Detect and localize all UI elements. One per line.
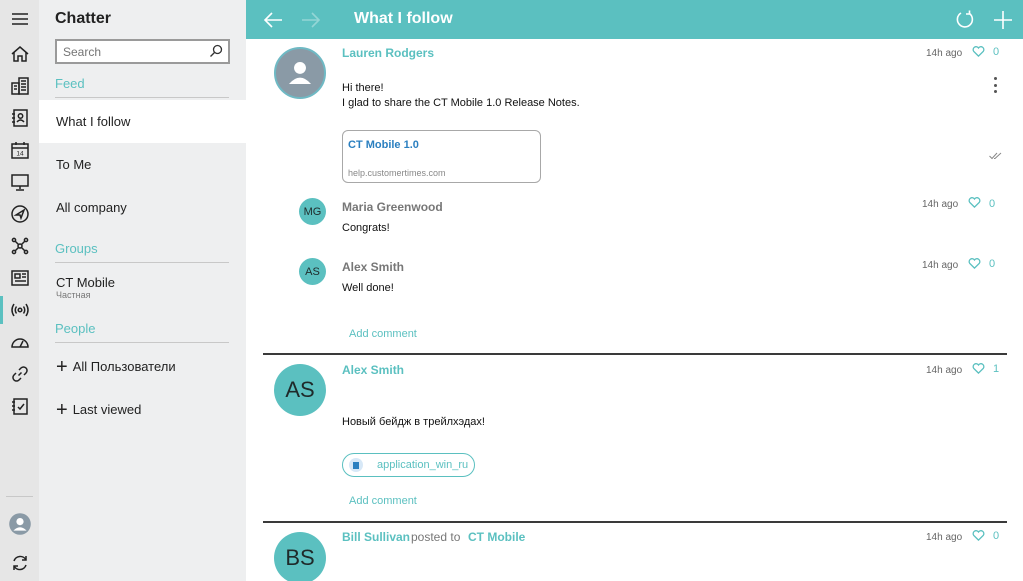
comment-text: Well done! [342, 282, 394, 294]
feed-heading: Feed [55, 76, 85, 91]
people-divider [55, 342, 229, 343]
file-icon [349, 458, 363, 472]
seen-checkmarks-icon [989, 152, 1002, 160]
like-count: 1 [993, 363, 1000, 375]
post-divider [263, 353, 1007, 355]
nav-item-all-company[interactable]: All company [39, 186, 246, 229]
nav-item-what-i-follow[interactable]: What I follow [39, 100, 246, 143]
back-arrow-icon[interactable] [260, 7, 286, 33]
rail-divider [6, 496, 33, 497]
nav-item-label: All company [56, 200, 127, 215]
news-icon[interactable] [0, 262, 39, 294]
nav-item-label: Last viewed [72, 402, 142, 417]
presentation-icon[interactable] [0, 166, 39, 198]
plus-icon: + [56, 355, 68, 378]
nav-item-label: To Me [56, 157, 92, 172]
forward-arrow-icon[interactable] [298, 7, 324, 33]
refresh-icon[interactable] [952, 7, 978, 33]
search-box [55, 39, 230, 64]
nav-item-group-ct-mobile[interactable]: CT Mobile Частная [39, 266, 246, 309]
comment-time: 14h ago [922, 260, 959, 271]
nav-item-last-viewed[interactable]: + Last viewed [39, 388, 246, 431]
post-text: Новый бейдж в трейлхэдах! [342, 416, 485, 428]
page-title: What I follow [354, 10, 453, 27]
like-count: 0 [993, 46, 1000, 58]
search-input[interactable] [57, 41, 197, 62]
like-count: 0 [989, 198, 996, 210]
posted-to-group[interactable]: CT Mobile [468, 530, 525, 544]
new-post-plus-icon[interactable] [990, 7, 1016, 33]
post-author[interactable]: Bill Sullivan [342, 530, 410, 544]
comment-text: Congrats! [342, 222, 390, 234]
user-icon[interactable] [0, 508, 39, 540]
posted-to-label: posted to [411, 530, 461, 544]
groups-heading: Groups [55, 241, 98, 256]
feed-divider [55, 97, 229, 98]
search-icon[interactable] [209, 44, 223, 58]
avatar[interactable]: AS [299, 258, 326, 285]
like-count: 0 [989, 258, 996, 270]
like-count: 0 [993, 530, 1000, 542]
contacts-icon[interactable] [0, 102, 39, 134]
calendar-icon[interactable]: 14 [0, 134, 39, 166]
feed-list: Lauren Rodgers 14h ago 0 Hi there! I gla… [246, 39, 1023, 581]
broadcast-icon[interactable] [0, 294, 39, 326]
file-name: application_win_ru [377, 459, 469, 471]
post-author[interactable]: Lauren Rodgers [342, 46, 434, 60]
buildings-icon[interactable] [0, 70, 39, 102]
home-icon[interactable] [0, 38, 39, 70]
avatar[interactable]: MG [299, 198, 326, 225]
like-heart-icon[interactable] [968, 257, 981, 270]
hamburger-icon[interactable] [0, 3, 39, 35]
nav-item-label: What I follow [56, 114, 131, 129]
svg-text:14: 14 [16, 151, 24, 158]
link-preview-card[interactable]: CT Mobile 1.0 help.customertimes.com [342, 130, 541, 183]
add-comment-link[interactable]: Add comment [349, 495, 417, 507]
dashboard-icon[interactable] [0, 326, 39, 358]
group-privacy: Частная [56, 290, 91, 300]
icon-rail: 14 [0, 0, 39, 581]
comment-time: 14h ago [922, 199, 959, 210]
navigation-icon[interactable] [0, 198, 39, 230]
post-time: 14h ago [926, 365, 963, 376]
like-heart-icon[interactable] [972, 45, 985, 58]
more-options-icon[interactable] [992, 77, 998, 93]
file-attachment-chip[interactable]: application_win_ru [342, 453, 475, 477]
groups-divider [55, 262, 229, 263]
nav-item-to-me[interactable]: To Me [39, 143, 246, 186]
comment-author[interactable]: Alex Smith [342, 260, 404, 274]
like-heart-icon[interactable] [972, 529, 985, 542]
like-heart-icon[interactable] [968, 196, 981, 209]
header-bar: What I follow [246, 0, 1023, 39]
people-heading: People [55, 321, 96, 336]
post-text-line: I glad to share the CT Mobile 1.0 Releas… [342, 97, 580, 109]
post-author[interactable]: Alex Smith [342, 363, 404, 377]
link-title: CT Mobile 1.0 [348, 139, 419, 151]
add-comment-link[interactable]: Add comment [349, 328, 417, 340]
nav-item-label: All Пользователи [72, 359, 176, 374]
chatter-sidebar: Chatter Feed What I follow To Me All com… [39, 0, 246, 581]
post-divider [263, 521, 1007, 523]
sync-icon[interactable] [0, 547, 39, 579]
app-title: Chatter [55, 10, 112, 27]
avatar[interactable] [274, 47, 326, 99]
checklist-icon[interactable] [0, 390, 39, 422]
like-heart-icon[interactable] [972, 362, 985, 375]
group-name: CT Mobile [56, 275, 116, 290]
link-url: help.customertimes.com [348, 168, 446, 178]
network-icon[interactable] [0, 230, 39, 262]
post-time: 14h ago [926, 532, 963, 543]
comment-author[interactable]: Maria Greenwood [342, 200, 443, 214]
person-placeholder-icon [288, 61, 312, 85]
link-icon[interactable] [0, 358, 39, 390]
post-time: 14h ago [926, 48, 963, 59]
avatar[interactable]: AS [274, 364, 326, 416]
avatar[interactable]: BS [274, 532, 326, 581]
nav-item-all-users[interactable]: + All Пользователи [39, 345, 246, 388]
plus-icon: + [56, 398, 68, 421]
post-text-line: Hi there! [342, 82, 384, 94]
